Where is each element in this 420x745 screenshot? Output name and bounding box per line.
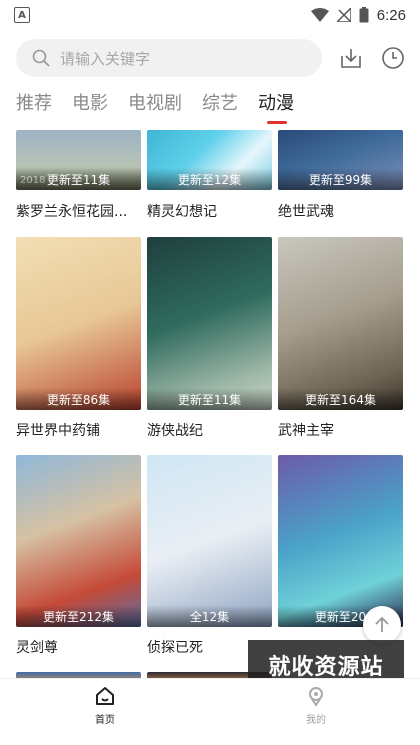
nav-mine-label: 我的 xyxy=(306,715,326,726)
poster-image: 更新至86集 xyxy=(16,237,141,410)
tab-movies[interactable]: 电影 xyxy=(72,88,108,124)
clock: 6:26 xyxy=(376,6,406,24)
episode-badge: 更新至212集 xyxy=(16,605,141,627)
poster-image: 2018 更新至11集 xyxy=(16,130,141,190)
poster-image: 更新至99集 xyxy=(278,130,403,190)
home-icon xyxy=(96,687,114,705)
nav-home-label: 首页 xyxy=(95,715,115,726)
battery-icon xyxy=(359,7,369,23)
download-button[interactable] xyxy=(338,45,364,71)
card-title: 紫罗兰永恒花园... xyxy=(16,204,128,220)
episode-badge: 更新至99集 xyxy=(278,168,403,190)
poster-image: 更新至20 xyxy=(278,455,403,627)
tab-tv-series[interactable]: 电视剧 xyxy=(128,88,182,124)
nav-home[interactable]: 首页 xyxy=(75,685,135,726)
episode-badge: 更新至12集 xyxy=(147,168,272,190)
episode-badge: 更新至11集 xyxy=(147,388,272,410)
episode-badge: 更新至11集 xyxy=(16,168,141,190)
search-icon xyxy=(32,49,50,67)
card-title: 异世界中药铺 xyxy=(16,423,100,439)
notification-icon: A xyxy=(14,7,30,23)
status-bar: A 6:26 xyxy=(0,0,420,30)
wifi-icon xyxy=(310,8,329,22)
card-title: 精灵幻想记 xyxy=(147,204,217,220)
tab-recommended[interactable]: 推荐 xyxy=(16,88,52,124)
episode-badge: 更新至164集 xyxy=(278,388,403,410)
card-title: 灵剑尊 xyxy=(16,640,58,656)
nav-mine[interactable]: 我的 xyxy=(286,685,346,726)
episode-badge: 全12集 xyxy=(147,605,272,627)
search-placeholder: 请输入关键字 xyxy=(60,49,151,68)
search-row: 请输入关键字 xyxy=(16,39,406,77)
bottom-nav: 首页 我的 xyxy=(0,678,420,745)
poster-image: 更新至212集 xyxy=(16,455,141,627)
tab-variety[interactable]: 综艺 xyxy=(202,88,238,124)
poster-image: 更新至11集 xyxy=(147,237,272,410)
scroll-to-top-button[interactable] xyxy=(363,606,401,644)
card-title: 游侠战纪 xyxy=(147,423,203,439)
poster-image: 更新至12集 xyxy=(147,130,272,190)
search-input[interactable]: 请输入关键字 xyxy=(16,39,323,77)
profile-icon xyxy=(309,687,323,707)
episode-badge: 更新至86集 xyxy=(16,388,141,410)
active-tab-indicator xyxy=(267,121,287,124)
anime-grid: 2018 更新至11集 紫罗兰永恒花园... 更新至12集 精灵幻想记 更新至9… xyxy=(0,130,420,678)
tab-anime-label: 动漫 xyxy=(258,93,294,114)
history-button[interactable] xyxy=(380,45,406,71)
clock-icon xyxy=(382,47,404,69)
signal-icon xyxy=(336,8,351,22)
card-title: 绝世武魂 xyxy=(278,204,334,220)
arrow-up-icon xyxy=(375,616,389,632)
category-tabs: 推荐 电影 电视剧 综艺 动漫 xyxy=(16,88,314,126)
card-title: 武神主宰 xyxy=(278,423,334,439)
download-icon xyxy=(341,49,361,68)
status-icons: 6:26 xyxy=(310,6,406,24)
tab-anime[interactable]: 动漫 xyxy=(258,88,294,124)
poster-image: 更新至164集 xyxy=(278,237,403,410)
poster-image: 全12集 xyxy=(147,455,272,627)
